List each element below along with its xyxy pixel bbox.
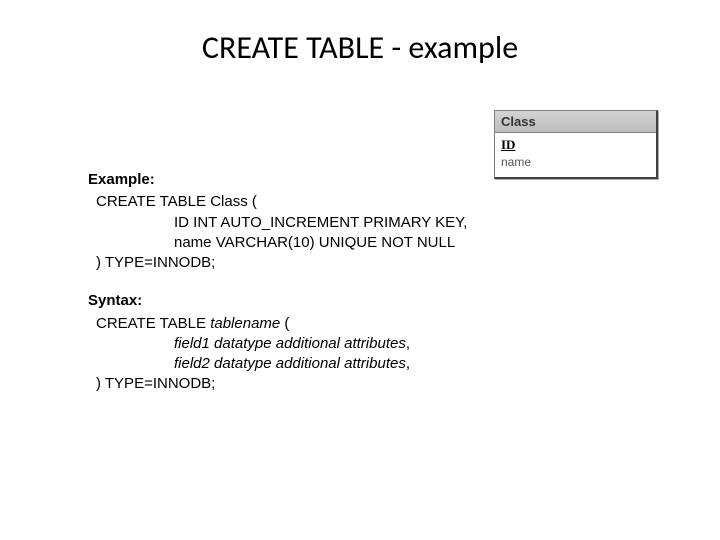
content-area: Example: CREATE TABLE Class ( ID INT AUT… [88, 170, 648, 413]
table-field-pk: ID [501, 137, 650, 154]
code-text: ( [280, 315, 289, 332]
code-line: CREATE TABLE Class ( [96, 192, 648, 212]
code-text: , [406, 355, 410, 372]
code-line: CREATE TABLE tablename ( [96, 314, 648, 334]
syntax-code: CREATE TABLE tablename ( field1 datatype… [88, 314, 648, 395]
example-code: CREATE TABLE Class ( ID INT AUTO_INCREME… [88, 192, 648, 273]
code-text: CREATE TABLE [96, 315, 210, 332]
code-line: ) TYPE=INNODB; [96, 374, 648, 394]
code-line: name VARCHAR(10) UNIQUE NOT NULL [96, 233, 648, 253]
table-field: name [501, 154, 650, 171]
code-line: field2 datatype additional attributes, [96, 354, 648, 374]
slide: CREATE TABLE - example Class ID name Exa… [0, 0, 720, 540]
page-title: CREATE TABLE - example [0, 0, 720, 77]
code-text-italic: field2 datatype additional attributes [174, 355, 406, 372]
code-line: field1 datatype additional attributes, [96, 334, 648, 354]
syntax-label: Syntax: [88, 291, 648, 311]
code-text: , [406, 335, 410, 352]
example-label: Example: [88, 170, 648, 190]
code-text-italic: tablename [210, 315, 280, 332]
code-line: ) TYPE=INNODB; [96, 253, 648, 273]
class-table-diagram: Class ID name [494, 110, 658, 179]
table-header: Class [495, 111, 656, 133]
code-line: ID INT AUTO_INCREMENT PRIMARY KEY, [96, 213, 648, 233]
code-text-italic: field1 datatype additional attributes [174, 335, 406, 352]
